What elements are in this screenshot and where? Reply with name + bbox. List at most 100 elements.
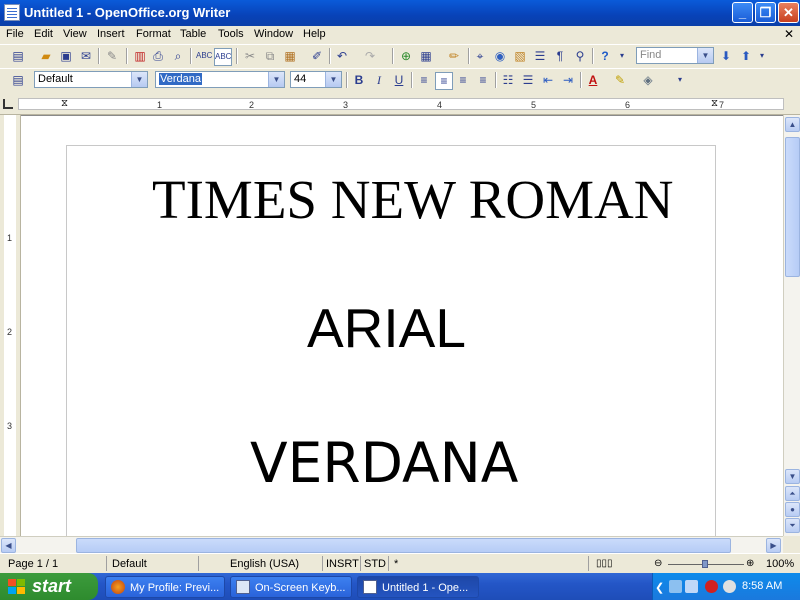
menu-table[interactable]: Table bbox=[180, 28, 206, 40]
numbering-icon[interactable]: ☷ bbox=[500, 72, 516, 88]
redo-icon[interactable]: ↷ bbox=[362, 48, 378, 64]
status-modified[interactable]: * bbox=[394, 558, 398, 570]
tab-stop-icon[interactable] bbox=[3, 99, 13, 109]
font-size-select[interactable]: 44 ▼ bbox=[290, 71, 342, 88]
menu-tools[interactable]: Tools bbox=[218, 28, 244, 40]
maximize-button[interactable]: ❐ bbox=[755, 2, 776, 23]
chevron-down-icon[interactable]: ▼ bbox=[268, 72, 284, 87]
writer-document-icon[interactable] bbox=[4, 4, 20, 21]
cut-icon[interactable]: ✂ bbox=[242, 48, 258, 64]
next-page-icon[interactable]: ⏷ bbox=[785, 518, 800, 533]
menu-format[interactable]: Format bbox=[136, 28, 171, 40]
right-indent-marker-icon[interactable]: ⧖ bbox=[711, 98, 718, 109]
find-options-icon[interactable]: ▾ bbox=[758, 48, 766, 64]
font-color-icon[interactable]: A bbox=[585, 72, 601, 88]
zoom-icon[interactable]: ⚲ bbox=[572, 48, 588, 64]
bold-icon[interactable]: B bbox=[351, 72, 367, 88]
open-folder-icon[interactable]: ▰ bbox=[38, 48, 54, 64]
data-sources-icon[interactable]: ☰ bbox=[532, 48, 548, 64]
close-document-icon[interactable]: ✕ bbox=[784, 27, 794, 41]
scroll-right-icon[interactable]: ▶ bbox=[766, 538, 781, 553]
scroll-left-icon[interactable]: ◀ bbox=[1, 538, 16, 553]
autospellcheck-icon[interactable]: ABC bbox=[214, 48, 232, 66]
zoom-level[interactable]: 100% bbox=[766, 558, 794, 570]
title-bar[interactable]: Untitled 1 - OpenOffice.org Writer _ ❐ ✕ bbox=[0, 0, 800, 26]
menu-edit[interactable]: Edit bbox=[34, 28, 53, 40]
edit-file-icon[interactable]: ✎ bbox=[104, 48, 120, 64]
network-connection-icon[interactable] bbox=[685, 580, 698, 593]
paste-icon[interactable]: ▦ bbox=[282, 48, 298, 64]
bullets-icon[interactable]: ☰ bbox=[520, 72, 536, 88]
menu-view[interactable]: View bbox=[63, 28, 87, 40]
undo-icon[interactable]: ↶ bbox=[334, 48, 350, 64]
save-icon[interactable]: ▣ bbox=[58, 48, 74, 64]
formatting-marks-icon[interactable]: ¶ bbox=[552, 48, 568, 64]
scroll-up-icon[interactable]: ▲ bbox=[785, 117, 800, 132]
taskbar-item-keyboard[interactable]: On-Screen Keyb... bbox=[230, 576, 352, 598]
chevron-down-icon[interactable]: ▼ bbox=[325, 72, 341, 87]
italic-icon[interactable]: I bbox=[371, 72, 387, 88]
zoom-slider-handle[interactable] bbox=[702, 560, 708, 568]
indent-marker-icon[interactable]: ⧖ bbox=[61, 98, 68, 109]
find-replace-icon[interactable]: ⌖ bbox=[472, 48, 488, 64]
align-right-icon[interactable]: ≡ bbox=[455, 72, 471, 88]
horizontal-scrollbar[interactable]: ◀ ▶ bbox=[0, 536, 783, 554]
navigation-icon[interactable]: ● bbox=[785, 502, 800, 517]
help-icon[interactable]: ? bbox=[597, 48, 613, 64]
find-next-icon[interactable]: ⬇ bbox=[718, 48, 734, 64]
page-preview-icon[interactable]: ⌕ bbox=[170, 48, 186, 64]
zoom-out-icon[interactable]: ⊖ bbox=[654, 558, 662, 569]
network-icon[interactable] bbox=[669, 580, 682, 593]
status-language[interactable]: English (USA) bbox=[230, 558, 299, 570]
close-button[interactable]: ✕ bbox=[778, 2, 799, 23]
draw-functions-icon[interactable]: ✏ bbox=[446, 48, 462, 64]
justify-icon[interactable]: ≡ bbox=[475, 72, 491, 88]
status-insert-mode[interactable]: INSRT bbox=[326, 558, 359, 570]
status-page-style[interactable]: Default bbox=[112, 558, 147, 570]
navigator-icon[interactable]: ◉ bbox=[492, 48, 508, 64]
background-color-icon[interactable]: ◈ bbox=[640, 72, 656, 88]
font-name-select[interactable]: Verdana ▼ bbox=[155, 71, 285, 88]
underline-icon[interactable]: U bbox=[391, 72, 407, 88]
clone-formatting-icon[interactable]: ✐ bbox=[309, 48, 325, 64]
spellcheck-icon[interactable]: ABC bbox=[196, 48, 212, 64]
gallery-icon[interactable]: ▧ bbox=[512, 48, 528, 64]
highlighting-icon[interactable]: ✎ bbox=[612, 72, 628, 88]
scroll-down-icon[interactable]: ▼ bbox=[785, 469, 800, 484]
status-page[interactable]: Page 1 / 1 bbox=[8, 558, 58, 570]
menu-window[interactable]: Window bbox=[254, 28, 293, 40]
text-arial[interactable]: ARIAL bbox=[307, 296, 466, 360]
styles-formatting-icon[interactable]: ▤ bbox=[10, 72, 26, 88]
decrease-indent-icon[interactable]: ⇤ bbox=[540, 72, 556, 88]
vertical-ruler[interactable]: 1 2 3 bbox=[0, 115, 21, 536]
menu-insert[interactable]: Insert bbox=[97, 28, 125, 40]
chevron-down-icon[interactable]: ▼ bbox=[131, 72, 147, 87]
paragraph-style-select[interactable]: Default ▼ bbox=[34, 71, 148, 88]
text-verdana[interactable]: VERDANA bbox=[250, 431, 518, 495]
taskbar-item-firefox[interactable]: My Profile: Previ... bbox=[105, 576, 225, 598]
find-input[interactable]: Find ▼ bbox=[636, 47, 714, 64]
minimize-button[interactable]: _ bbox=[732, 2, 753, 23]
zoom-in-icon[interactable]: ⊕ bbox=[746, 558, 754, 569]
email-icon[interactable]: ✉ bbox=[78, 48, 94, 64]
align-center-icon[interactable]: ≡ bbox=[435, 72, 453, 90]
chevron-down-icon[interactable]: ▼ bbox=[697, 48, 713, 63]
view-layout-icon[interactable]: ▯▯▯ bbox=[596, 558, 613, 569]
toolbar-options-icon[interactable]: ▾ bbox=[618, 48, 626, 64]
text-times-new-roman[interactable]: TIMES NEW ROMAN bbox=[152, 168, 673, 231]
menu-help[interactable]: Help bbox=[303, 28, 326, 40]
security-icon[interactable] bbox=[705, 580, 718, 593]
vertical-scrollbar[interactable]: ▲ ▼ ⏶ ● ⏷ bbox=[783, 115, 800, 536]
volume-icon[interactable] bbox=[723, 580, 736, 593]
increase-indent-icon[interactable]: ⇥ bbox=[560, 72, 576, 88]
hyperlink-icon[interactable]: ⊕ bbox=[398, 48, 414, 64]
menu-file[interactable]: File bbox=[6, 28, 24, 40]
start-button[interactable]: start bbox=[0, 573, 98, 600]
clock[interactable]: 8:58 AM bbox=[742, 580, 782, 592]
horizontal-scroll-thumb[interactable] bbox=[76, 538, 731, 553]
print-icon[interactable]: ⎙ bbox=[150, 48, 166, 64]
taskbar-item-writer[interactable]: Untitled 1 - Ope... bbox=[357, 576, 479, 598]
status-selection-mode[interactable]: STD bbox=[364, 558, 386, 570]
new-document-icon[interactable]: ▤ bbox=[10, 48, 26, 64]
toolbar-options-icon[interactable]: ▾ bbox=[676, 72, 684, 88]
